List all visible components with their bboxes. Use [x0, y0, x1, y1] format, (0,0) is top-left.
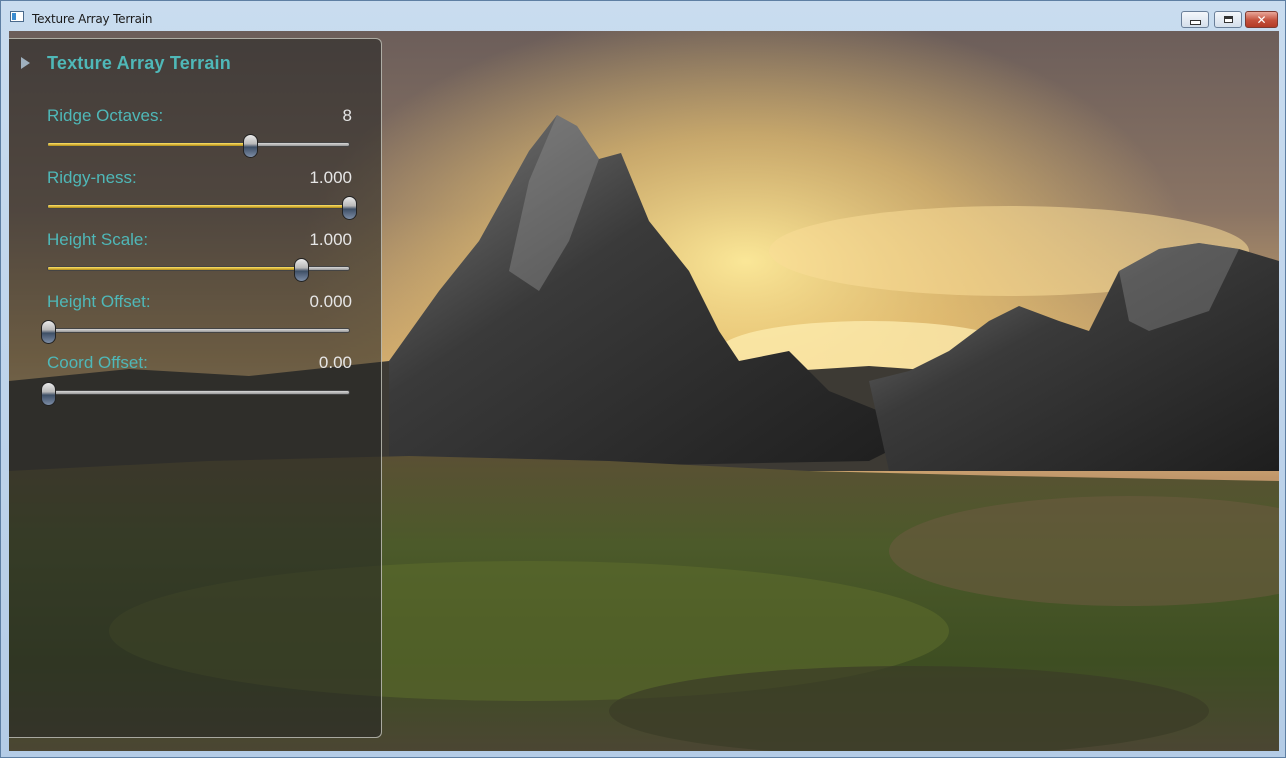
- title-bar[interactable]: Texture Array Terrain ✕: [1, 1, 1285, 31]
- slider-handle[interactable]: [41, 320, 56, 344]
- settings-panel: Texture Array Terrain Ridge Octaves: 8 R…: [9, 38, 382, 738]
- app-icon: [10, 11, 24, 22]
- slider-value: 8: [342, 106, 352, 125]
- slider-fill: [48, 143, 250, 146]
- slider-value: 0.000: [309, 292, 352, 311]
- ridgy-ness-slider[interactable]: [47, 196, 357, 220]
- slider-handle[interactable]: [41, 382, 56, 406]
- maximize-icon: [1223, 16, 1233, 23]
- panel-title: Texture Array Terrain: [47, 53, 231, 73]
- height-offset-slider[interactable]: [41, 320, 350, 344]
- slider-handle[interactable]: [293, 258, 309, 282]
- slider-value: 1.000: [309, 168, 352, 187]
- slider-label: Ridge Octaves:: [47, 106, 164, 125]
- minimize-icon: [1189, 20, 1201, 25]
- coord-offset-slider[interactable]: [41, 382, 350, 406]
- slider-label: Height Offset:: [47, 292, 151, 311]
- triangle-right-icon[interactable]: [21, 57, 30, 69]
- slider-label: Height Scale:: [47, 230, 149, 249]
- slider-label: Ridgy-ness:: [47, 168, 137, 187]
- slider-handle[interactable]: [242, 134, 258, 158]
- slider-fill: [48, 205, 349, 208]
- app-window: Texture Array Terrain ✕ Texture Array Te…: [0, 0, 1286, 758]
- slider-fill: [48, 267, 301, 270]
- close-button[interactable]: ✕: [1245, 11, 1278, 28]
- minimize-button[interactable]: [1181, 11, 1209, 28]
- maximize-button[interactable]: [1214, 11, 1242, 28]
- slider-handle[interactable]: [342, 196, 357, 220]
- slider-label: Coord Offset:: [47, 353, 148, 372]
- height-scale-slider[interactable]: [47, 258, 350, 282]
- slider-value: 0.00: [318, 353, 352, 372]
- window-title: Texture Array Terrain: [32, 12, 153, 26]
- slider-value: 1.000: [309, 230, 352, 249]
- close-icon: ✕: [1256, 12, 1267, 27]
- ridge-octaves-slider[interactable]: [47, 134, 350, 158]
